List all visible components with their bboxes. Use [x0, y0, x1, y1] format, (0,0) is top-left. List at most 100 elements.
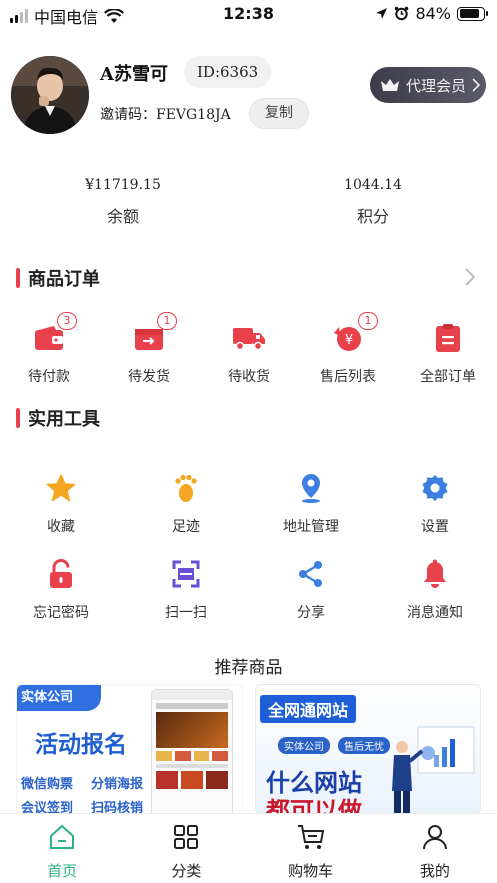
order-badge: 1	[358, 312, 378, 330]
tools-section-title: 实用工具	[16, 405, 100, 431]
battery-percent: 84%	[415, 4, 451, 23]
copy-invite-button[interactable]: 复制	[249, 98, 309, 129]
recommend-banner-event[interactable]: 实体公司 活动报名 微信购票 分销海报 会议签到 扫码核销	[16, 684, 243, 814]
footprint-icon	[175, 474, 197, 502]
gear-icon	[422, 475, 448, 501]
lock-icon	[50, 559, 72, 588]
tab-label: 我的	[419, 862, 450, 880]
invite-code: 邀请码：FEVG18JA	[100, 107, 231, 123]
banner-feature: 会议签到	[21, 801, 74, 814]
tool-label: 地址管理	[283, 519, 339, 535]
status-bar: 中国电信 12:38 84%	[0, 0, 497, 30]
tool-scan[interactable]: 扫一扫	[136, 556, 236, 622]
section-accent-bar	[16, 268, 20, 288]
wallet-icon	[35, 326, 63, 350]
tab-cart[interactable]: 购物车	[249, 814, 373, 883]
tool-label: 忘记密码	[33, 605, 89, 621]
tool-label: 分享	[297, 605, 325, 621]
username: A苏雪可	[100, 64, 168, 85]
cart-icon	[297, 825, 324, 849]
tools-title-text: 实用工具	[28, 409, 100, 430]
crown-icon	[381, 79, 399, 91]
bottom-tab-bar: 首页 分类 购物车 我的	[0, 813, 497, 883]
recommend-banner-website[interactable]: 全网通网站 实体公司 售后无忧 什么网站 都可以做	[255, 684, 481, 814]
tab-category[interactable]: 分类	[124, 814, 248, 883]
clipboard-icon	[436, 324, 460, 352]
vip-member-button[interactable]: 代理会员	[370, 67, 486, 103]
refund-icon: ¥	[334, 327, 361, 351]
truck-icon	[233, 328, 265, 351]
order-pending-payment[interactable]: 3 待付款	[9, 312, 89, 386]
svg-text:¥: ¥	[345, 333, 353, 348]
tool-notifications[interactable]: 消息通知	[385, 556, 485, 622]
order-label: 待付款	[28, 369, 70, 385]
tool-label: 收藏	[47, 519, 75, 535]
tool-favorites[interactable]: 收藏	[11, 470, 111, 536]
user-id-badge: ID:6363	[184, 56, 272, 88]
order-badge: 3	[57, 312, 77, 330]
chevron-right-icon	[472, 78, 481, 92]
banner-tag: 实体公司	[17, 685, 101, 711]
tool-share[interactable]: 分享	[261, 556, 361, 622]
user-icon	[422, 825, 447, 850]
tool-label: 足迹	[172, 519, 200, 535]
balance-stat[interactable]: ¥11719.15 余额	[43, 177, 203, 227]
battery-icon	[457, 6, 488, 21]
banner-tag: 全网通网站	[260, 695, 357, 723]
order-all[interactable]: 全部订单	[408, 318, 488, 386]
share-icon	[299, 561, 322, 587]
shipment-icon	[135, 329, 163, 350]
alarm-icon	[395, 6, 409, 21]
star-icon	[46, 474, 76, 502]
banner-feature: 微信购票	[21, 777, 74, 792]
order-label: 待收货	[228, 369, 270, 385]
battery-level	[459, 9, 479, 18]
order-label: 售后列表	[320, 369, 376, 385]
tool-address[interactable]: 地址管理	[261, 470, 361, 536]
orders-section-title: 商品订单	[16, 265, 100, 291]
banner-headline: 活动报名	[35, 732, 127, 758]
tab-profile[interactable]: 我的	[373, 814, 497, 883]
bell-icon	[424, 559, 446, 588]
order-badge: 1	[157, 312, 177, 330]
tool-label: 扫一扫	[165, 605, 207, 621]
tab-label: 分类	[171, 862, 202, 880]
section-accent-bar	[16, 408, 20, 428]
banner-headline: 都可以做	[266, 797, 362, 814]
category-grid-icon	[174, 825, 199, 849]
tab-label: 购物车	[288, 862, 334, 880]
balance-label: 余额	[106, 207, 139, 226]
points-label: 积分	[356, 207, 389, 226]
tool-forgot-password[interactable]: 忘记密码	[11, 556, 111, 622]
tool-footprints[interactable]: 足迹	[136, 470, 236, 536]
balance-value: ¥11719.15	[85, 177, 161, 193]
avatar[interactable]	[11, 56, 89, 134]
tab-home[interactable]: 首页	[0, 814, 124, 883]
tool-settings[interactable]: 设置	[385, 470, 485, 536]
banner-pill: 售后无忧	[338, 737, 390, 754]
order-after-sales[interactable]: ¥ 1 售后列表	[308, 312, 388, 386]
banner-feature: 分销海报	[91, 777, 144, 792]
status-right: 84%	[375, 4, 488, 23]
phone-mockup-image	[151, 689, 233, 813]
points-value: 1044.14	[344, 177, 402, 193]
location-icon	[302, 474, 320, 503]
order-pending-shipment[interactable]: 1 待发货	[109, 312, 189, 386]
banner-pill: 实体公司	[278, 737, 330, 754]
points-stat[interactable]: 1044.14 积分	[293, 177, 453, 227]
presenter-illustration	[392, 726, 475, 813]
home-icon	[50, 824, 75, 849]
scan-icon	[172, 560, 200, 588]
order-label: 待发货	[128, 369, 170, 385]
order-pending-receipt[interactable]: 待收货	[209, 318, 289, 386]
order-label: 全部订单	[420, 369, 476, 385]
location-arrow-icon	[376, 8, 388, 19]
tab-label: 首页	[47, 862, 78, 880]
orders-title-text: 商品订单	[28, 269, 100, 290]
banner-feature: 扫码核销	[91, 801, 144, 814]
vip-member-label: 代理会员	[406, 76, 467, 95]
recommend-title: 推荐商品	[214, 658, 283, 678]
tool-label: 消息通知	[407, 605, 463, 621]
orders-more-chevron-icon[interactable]	[465, 268, 475, 286]
tool-label: 设置	[421, 519, 449, 535]
